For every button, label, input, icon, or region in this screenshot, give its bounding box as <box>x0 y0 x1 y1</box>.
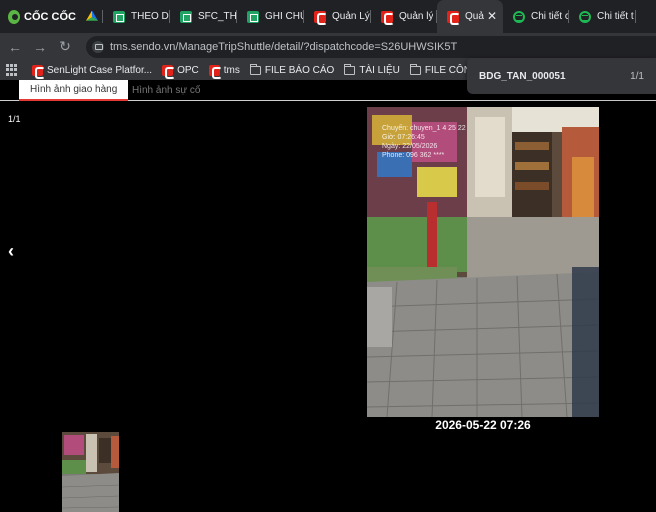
find-result-popup: BDG_TAN_000051 1/1 <box>467 58 656 94</box>
tab-title: Quả <box>465 11 484 22</box>
tab-chi-tiet-2[interactable]: Chi tiết t <box>569 0 636 33</box>
thumbnail-graphic <box>62 432 119 512</box>
tab-quan-ly-1[interactable]: Quản Lý <box>304 0 371 33</box>
browser-brand[interactable]: CỐC CỐC <box>0 0 76 33</box>
image-counter: 1/1 <box>8 114 21 124</box>
url-text: tms.sendo.vn/ManageTripShuttle/detail/?d… <box>110 41 458 53</box>
tab-incident-images[interactable]: Hình ảnh sự cố <box>121 80 211 100</box>
tab-title: Quản Lý <box>332 11 370 22</box>
folder-icon <box>344 63 356 75</box>
back-arrow-icon[interactable]: ← <box>5 37 25 57</box>
google-sheets-icon <box>113 10 125 23</box>
google-sheets-icon <box>180 10 192 23</box>
sendo-icon <box>314 10 327 25</box>
green-circle-icon <box>513 10 525 23</box>
bookmark-senlight[interactable]: SenLight Case Platfor... <box>32 64 153 79</box>
bookmark-label: OPC <box>177 64 199 76</box>
tab-delivery-images[interactable]: Hình ảnh giao hàng <box>19 80 129 101</box>
address-bar[interactable]: tms.sendo.vn/ManageTripShuttle/detail/?d… <box>86 36 656 58</box>
sendo-icon <box>381 10 394 25</box>
photo-timestamp-overlay: Chuyến: chuyen_1 4 25 22 Giờ: 07:26:45 N… <box>382 124 466 160</box>
bookmark-label: FILE BÁO CÁO <box>264 64 335 76</box>
close-tab-icon[interactable]: ✕ <box>487 9 497 23</box>
tab-title: Chi tiết c <box>531 11 569 22</box>
browser-toolbar: ← → ↻ tms.sendo.vn/ManageTripShuttle/det… <box>0 33 656 60</box>
bookmark-tms[interactable]: tms <box>208 64 240 79</box>
bookmark-tai-lieu[interactable]: TÀI LIỆU <box>344 63 400 76</box>
bookmark-label: TÀI LIỆU <box>359 64 400 76</box>
find-query[interactable]: BDG_TAN_000051 <box>479 71 630 82</box>
delivery-photo[interactable]: Chuyến: chuyen_1 4 25 22 Giờ: 07:26:45 N… <box>367 107 599 417</box>
reload-icon[interactable]: ↻ <box>55 37 75 57</box>
google-sheets-icon <box>247 10 259 23</box>
photo-thumbnail[interactable] <box>62 432 119 512</box>
stamp-line: Giờ: 07:26:45 <box>382 134 425 141</box>
tab-title: THEO DÕ <box>131 11 170 22</box>
page-content: Hình ảnh giao hàng Hình ảnh sự cố 1/1 ‹ <box>0 80 656 512</box>
tab-title: Quản lý <box>399 11 434 22</box>
apps-grid-icon[interactable] <box>6 64 18 76</box>
tab-sfc[interactable]: SFC_THE <box>170 0 237 33</box>
tab-chi-tiet-1[interactable]: Chi tiết c <box>503 0 569 33</box>
stamp-line: Phone: 096 362 **** <box>382 152 445 159</box>
bookmark-label: tms <box>223 64 240 76</box>
photo-caption: 2026-05-22 07:26 <box>435 418 531 432</box>
coccoc-logo-icon <box>8 9 21 24</box>
find-count: 1/1 <box>630 70 644 82</box>
tab-ghi-chu[interactable]: GHI CHÚ <box>237 0 304 33</box>
folder-icon <box>409 63 421 75</box>
tab-quan-ly-2[interactable]: Quản lý <box>371 0 437 33</box>
tab-title: GHI CHÚ <box>265 11 304 22</box>
sendo-icon <box>447 10 460 25</box>
sendo-icon <box>162 64 176 79</box>
sendo-icon <box>32 64 45 79</box>
stamp-line: Chuyến: chuyen_1 4 25 22 <box>382 125 466 132</box>
tab-title: Chi tiết t <box>597 11 634 22</box>
previous-image-icon[interactable]: ‹ <box>8 241 14 262</box>
bookmark-file-bao-cao[interactable]: FILE BÁO CÁO <box>249 63 335 76</box>
tab-theo-doi[interactable]: THEO DÕ <box>103 0 170 33</box>
stamp-line: Ngày: 22/05/2026 <box>382 143 438 150</box>
forward-arrow-icon[interactable]: → <box>30 37 50 57</box>
tab-drive[interactable] <box>76 0 103 33</box>
folder-icon <box>249 63 261 75</box>
site-info-icon[interactable] <box>92 41 104 53</box>
sendo-icon <box>208 64 222 79</box>
tab-title: SFC_THE <box>198 11 237 22</box>
brand-name: CỐC CỐC <box>24 10 76 23</box>
bookmark-label: SenLight Case Platfor... <box>47 64 153 76</box>
google-drive-icon <box>86 10 98 21</box>
tab-active[interactable]: Quả ✕ <box>437 0 503 33</box>
bookmark-opc[interactable]: OPC <box>162 64 199 79</box>
tab-strip: CỐC CỐC THEO DÕ SFC_THE GHI CHÚ Quản Lý … <box>0 0 656 33</box>
green-circle-icon <box>579 10 591 23</box>
